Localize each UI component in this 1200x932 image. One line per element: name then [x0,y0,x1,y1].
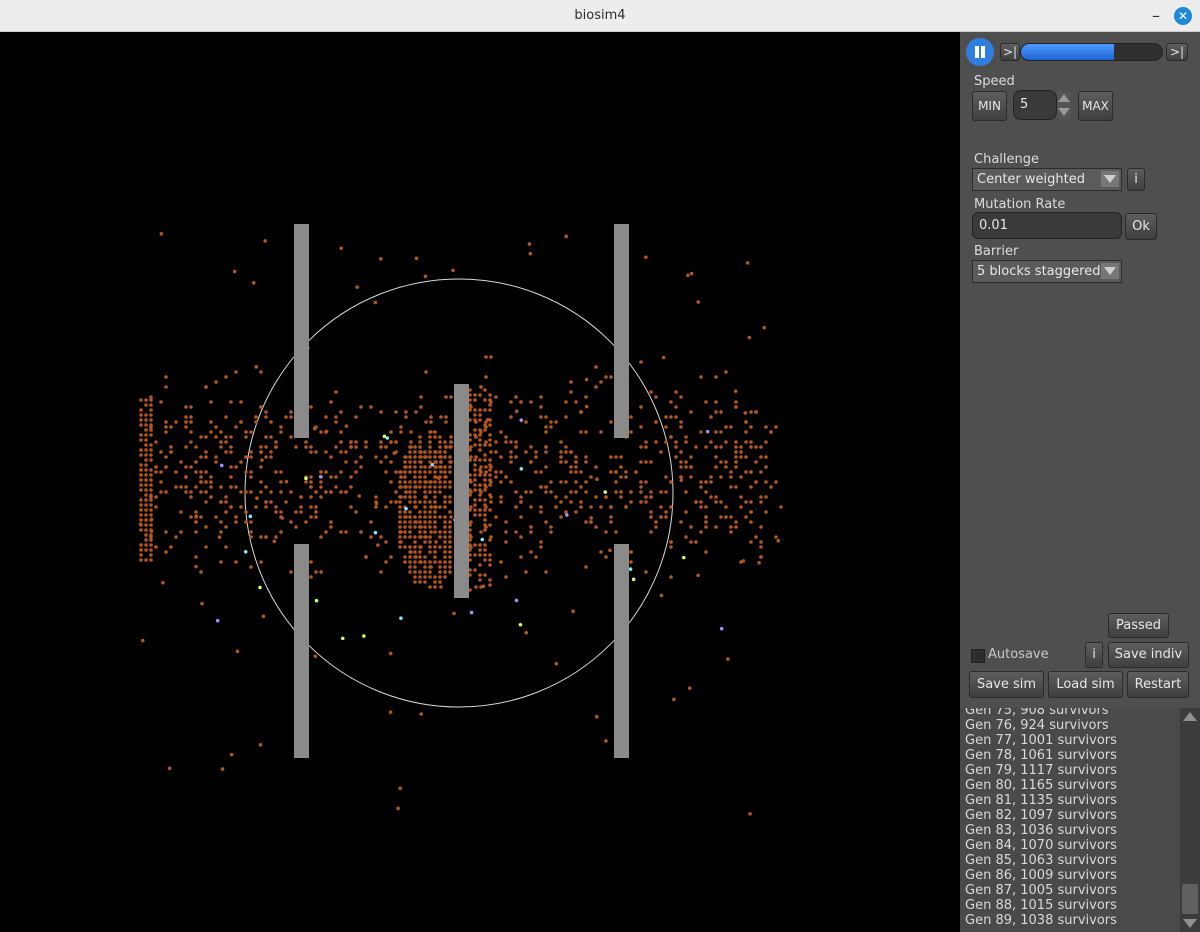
window-title: biosim4 [574,8,626,23]
close-button[interactable]: ✕ [1174,7,1192,25]
barrier-block-1 [294,224,309,438]
title-bar: biosim4 – ✕ [0,0,1200,32]
log-entry: Gen 79, 1117 survivors [965,763,1117,778]
step-button[interactable]: >| [1000,43,1020,61]
mutation-rate-input[interactable]: 0.01 [972,212,1122,239]
step-to-end-button[interactable]: >| [1166,43,1188,61]
log-entry: Gen 80, 1165 survivors [965,778,1117,793]
log-entry: Gen 86, 1009 survivors [965,868,1117,883]
stepper-up-icon[interactable] [1058,94,1070,102]
barrier-block-4 [294,544,309,758]
challenge-label: Challenge [974,152,1039,167]
generation-log[interactable]: Gen 75, 908 survivors Gen 76, 924 survivo… [960,708,1200,932]
mutation-ok-button[interactable]: Ok [1125,213,1157,240]
log-entry: Gen 84, 1070 survivors [965,838,1117,853]
barrier-value: 5 blocks staggered [977,264,1101,279]
simulation-canvas [0,32,960,932]
stepper-down-icon[interactable] [1058,108,1070,116]
speed-input[interactable]: 5 [1013,90,1057,120]
autosave-label: Autosave [988,647,1049,662]
barrier-block-5 [614,544,629,758]
pause-icon [975,46,979,58]
log-entry: Gen 82, 1097 survivors [965,808,1117,823]
challenge-value: Center weighted [977,172,1085,187]
mutation-rate-label: Mutation Rate [974,197,1066,212]
challenge-select[interactable]: Center weighted [972,168,1122,191]
autosave-checkbox[interactable] [971,649,985,663]
restart-button[interactable]: Restart [1127,671,1189,698]
minimize-button[interactable]: – [1149,6,1163,26]
log-entry: Gen 83, 1036 survivors [965,823,1117,838]
log-entry: Gen 81, 1135 survivors [965,793,1117,808]
log-entry: Gen 89, 1038 survivors [965,913,1117,928]
log-entry: Gen 85, 1063 survivors [965,853,1117,868]
scroll-up-icon[interactable] [1183,712,1197,721]
log-scrollbar[interactable] [1180,708,1200,932]
world-svg [138,224,783,816]
save-indiv-button[interactable]: Save indiv [1108,642,1189,668]
generation-progress-bar [1020,43,1163,61]
speed-max-button[interactable]: MAX [1078,91,1113,121]
scroll-thumb[interactable] [1182,884,1198,914]
barrier-select[interactable]: 5 blocks staggered [972,260,1122,283]
save-sim-button[interactable]: Save sim [969,671,1044,698]
challenge-info-button[interactable]: i [1127,168,1145,191]
speed-stepper[interactable] [1057,91,1071,119]
barrier-block-3 [454,384,469,598]
speed-label: Speed [974,74,1015,89]
control-panel: >| >| Speed MIN 5 MAX Challenge Center w… [960,32,1200,708]
log-entry: Gen 88, 1015 survivors [965,898,1117,913]
log-entry: Gen 78, 1061 survivors [965,748,1117,763]
passed-button[interactable]: Passed [1108,613,1169,638]
barrier-label: Barrier [974,244,1019,259]
speed-min-button[interactable]: MIN [972,91,1007,121]
load-sim-button[interactable]: Load sim [1048,671,1123,698]
scroll-down-icon[interactable] [1183,919,1197,928]
log-entry: Gen 77, 1001 survivors [965,733,1117,748]
pause-button[interactable] [966,38,994,66]
log-entry: Gen 75, 908 survivors [965,708,1109,718]
barrier-block-2 [614,224,629,438]
chevron-down-icon [1101,171,1119,187]
individual-info-button[interactable]: i [1085,642,1103,668]
chevron-down-icon [1101,263,1119,279]
log-entry: Gen 87, 1005 survivors [965,883,1117,898]
log-entry: Gen 76, 924 survivors [965,718,1109,733]
